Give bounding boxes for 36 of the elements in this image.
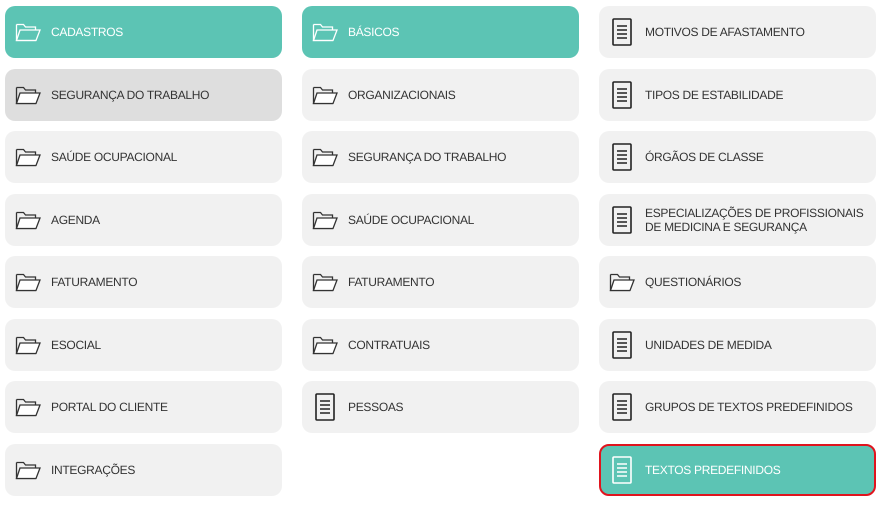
menu-tile[interactable]: UNIDADES DE MEDIDA bbox=[599, 318, 876, 370]
folder-icon bbox=[15, 21, 41, 43]
menu-tile[interactable]: GRUPOS DE TEXTOS PREDEFINIDOS bbox=[599, 381, 876, 433]
menu-tile[interactable]: PESSOAS bbox=[302, 381, 579, 433]
folder-icon bbox=[312, 146, 338, 168]
menu-tile[interactable]: FATURAMENTO bbox=[5, 256, 282, 308]
document-icon bbox=[315, 393, 335, 421]
document-icon bbox=[612, 393, 632, 421]
folder-icon bbox=[15, 396, 41, 418]
document-icon bbox=[612, 456, 632, 484]
menu-tile[interactable]: AGENDA bbox=[5, 194, 282, 246]
folder-icon bbox=[609, 271, 635, 293]
menu-tile[interactable]: SEGURANÇA DO TRABALHO bbox=[5, 68, 282, 120]
folder-icon bbox=[15, 271, 41, 293]
menu-tile[interactable]: FATURAMENTO bbox=[302, 256, 579, 308]
menu-tile[interactable]: TIPOS DE ESTABILIDADE bbox=[599, 68, 876, 120]
menu-tile[interactable]: PORTAL DO CLIENTE bbox=[5, 381, 282, 433]
menu-tile[interactable]: ESPECIALIZAÇÕES DE PROFISSIONAIS DE MEDICINA E SEGURANÇA bbox=[599, 194, 876, 246]
document-icon bbox=[612, 18, 632, 46]
menu-tile[interactable]: SEGURANÇA DO TRABALHO bbox=[302, 131, 579, 183]
menu-tile[interactable]: SAÚDE OCUPACIONAL bbox=[5, 131, 282, 183]
folder-icon bbox=[15, 146, 41, 168]
document-icon bbox=[612, 80, 632, 108]
menu-tile[interactable]: CONTRATUAIS bbox=[302, 318, 579, 370]
menu-tile[interactable]: ORGANIZACIONAIS bbox=[302, 68, 579, 120]
menu-tile[interactable]: QUESTIONÁRIOS bbox=[599, 256, 876, 308]
menu-tile[interactable]: ÓRGÃOS DE CLASSE bbox=[599, 131, 876, 183]
document-icon bbox=[612, 330, 632, 358]
folder-icon bbox=[312, 21, 338, 43]
menu-tile[interactable]: MOTIVOS DE AFASTAMENTO bbox=[599, 6, 876, 58]
menu-tile[interactable]: SAÚDE OCUPACIONAL bbox=[302, 194, 579, 246]
document-icon bbox=[612, 143, 632, 171]
folder-icon bbox=[312, 271, 338, 293]
document-icon bbox=[612, 206, 632, 234]
menu-tile[interactable]: ESOCIAL bbox=[5, 318, 282, 370]
menu-tile[interactable]: INTEGRAÇÕES bbox=[5, 444, 282, 496]
